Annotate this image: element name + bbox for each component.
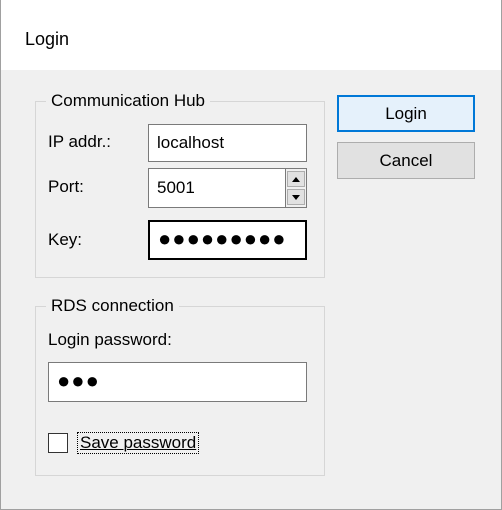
chevron-down-icon xyxy=(292,194,300,200)
port-value: 5001 xyxy=(157,178,195,197)
ip-address-input[interactable]: localhost xyxy=(148,124,307,162)
key-input[interactable]: ●●●●●●●●● xyxy=(148,220,307,260)
login-password-input[interactable]: ●●● xyxy=(48,362,307,402)
save-password-checkbox[interactable] xyxy=(48,433,68,453)
rds-connection-legend: RDS connection xyxy=(46,296,179,316)
cancel-button-label: Cancel xyxy=(379,150,433,170)
port-spinner xyxy=(285,169,306,207)
login-button[interactable]: Login xyxy=(337,95,475,132)
port-spin-down-button[interactable] xyxy=(287,189,305,205)
login-password-label: Login password: xyxy=(48,330,172,349)
port-spin-up-button[interactable] xyxy=(287,171,305,187)
communication-hub-legend: Communication Hub xyxy=(46,91,211,111)
login-dialog: Login Communication Hub IP addr.: localh… xyxy=(0,0,502,510)
port-label: Port: xyxy=(48,177,84,196)
save-password-label[interactable]: Save password xyxy=(77,432,200,454)
port-input[interactable]: 5001 xyxy=(148,168,307,208)
login-password-masked-value: ●●● xyxy=(57,368,100,393)
chevron-up-icon xyxy=(292,176,300,182)
cancel-button[interactable]: Cancel xyxy=(337,142,475,179)
title-bar: Login xyxy=(1,0,501,70)
key-masked-value: ●●●●●●●●● xyxy=(158,226,287,251)
ip-address-value: localhost xyxy=(157,133,225,152)
ip-address-label: IP addr.: xyxy=(48,132,112,151)
key-label: Key: xyxy=(48,230,83,249)
login-button-label: Login xyxy=(385,103,427,123)
window-title: Login xyxy=(25,29,70,49)
